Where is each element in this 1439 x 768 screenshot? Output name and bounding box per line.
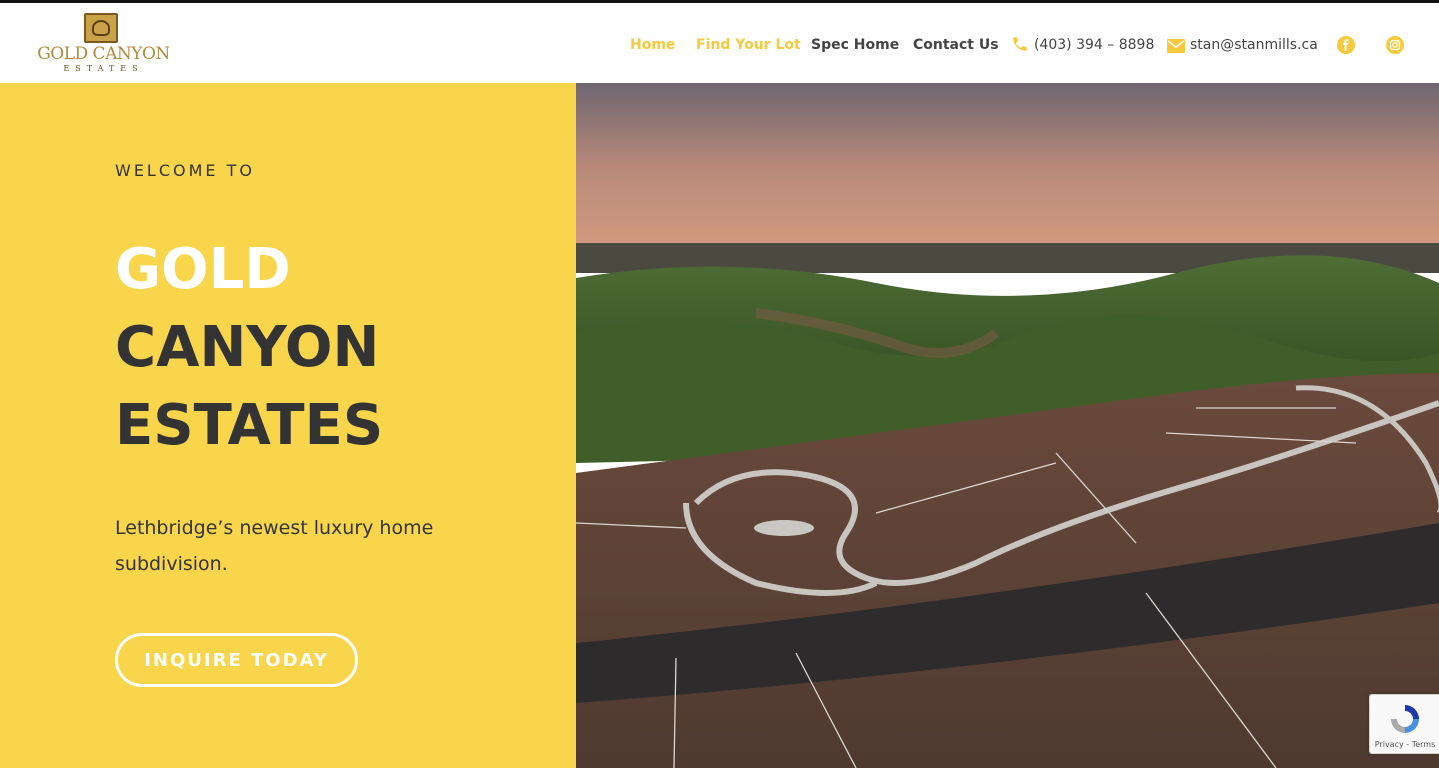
- nav-find-your-lot[interactable]: Find Your Lot: [696, 37, 801, 53]
- recaptcha-icon: [1391, 705, 1419, 733]
- hero-title-line-1: GOLD: [115, 237, 291, 302]
- recaptcha-links[interactable]: Privacy - Terms: [1370, 740, 1439, 749]
- envelope-icon: [1167, 38, 1185, 56]
- hero-tagline: Lethbridge’s newest luxury home subdivis…: [115, 517, 434, 575]
- welcome-label: WELCOME TO: [115, 161, 255, 180]
- hero-title: GOLD CANYON ESTATES: [115, 231, 383, 465]
- email-link[interactable]: stan@stanmills.ca: [1190, 37, 1318, 53]
- instagram-icon[interactable]: [1386, 36, 1404, 54]
- nav-spec-home[interactable]: Spec Home: [811, 37, 899, 53]
- hero-panel: WELCOME TO GOLD CANYON ESTATES Lethbridg…: [0, 83, 576, 768]
- hero-title-line-2: CANYON: [115, 315, 380, 380]
- recaptcha-badge[interactable]: Privacy - Terms: [1369, 694, 1439, 754]
- nav-home[interactable]: Home: [630, 37, 675, 53]
- phone-icon: [1011, 35, 1029, 53]
- aerial-subdivision-image: [576, 83, 1439, 768]
- facebook-icon[interactable]: [1337, 36, 1355, 54]
- hero-title-line-3: ESTATES: [115, 393, 384, 458]
- phone-link[interactable]: (403) 394 – 8898: [1034, 37, 1154, 53]
- logo-subtitle: ESTATES: [63, 64, 144, 73]
- site-header: GOLD CANYON ESTATES Home Find Your Lot S…: [0, 3, 1439, 83]
- nav-contact-us[interactable]: Contact Us: [913, 37, 999, 53]
- inquire-today-button[interactable]: INQUIRE TODAY: [115, 633, 358, 687]
- main-nav: Home Find Your Lot Spec Home Contact Us …: [0, 35, 1439, 57]
